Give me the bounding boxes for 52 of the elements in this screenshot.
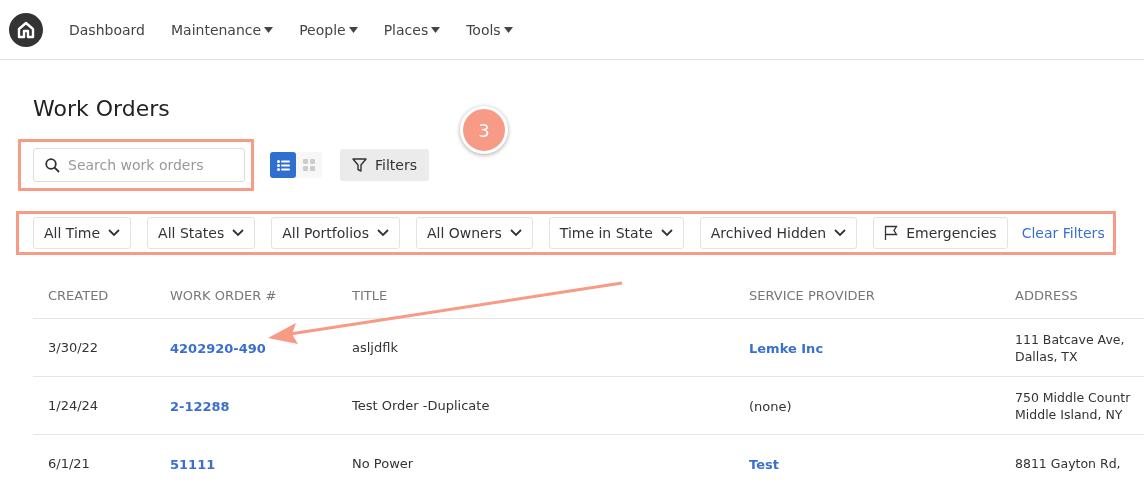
table-cell-text: 3/30/22 <box>47 340 100 355</box>
chevron-down-icon <box>108 229 121 237</box>
filter-toggle[interactable]: Emergencies <box>873 217 1008 249</box>
home-logo[interactable] <box>9 12 43 47</box>
provider-link[interactable]: Test <box>734 457 779 472</box>
table-cell-text: asljdflk <box>351 340 399 355</box>
work-order-link[interactable]: 2-12288 <box>155 399 230 414</box>
grid-icon <box>303 159 315 171</box>
nav-link[interactable]: Dashboard <box>69 21 145 38</box>
address-line: 8811 Gayton Rd, <box>1015 456 1122 471</box>
work-order-link[interactable]: 4202920-490 <box>155 341 266 356</box>
provider-link[interactable]: Lemke Inc <box>734 341 824 356</box>
table-cell-text: No Power <box>351 456 415 471</box>
chevron-down-icon <box>232 229 245 237</box>
search-icon <box>45 158 60 173</box>
list-view-button[interactable] <box>270 152 296 178</box>
chevron-down-icon <box>660 229 673 237</box>
nav-link[interactable]: People <box>299 21 358 38</box>
filter-dropdown[interactable]: All Owners <box>415 217 533 249</box>
step-badge: 3 <box>460 106 508 154</box>
nav-link[interactable]: Places <box>383 21 441 38</box>
chevron-down-icon <box>509 229 522 237</box>
work-order-link[interactable]: 51111 <box>155 457 216 472</box>
clear-filters-link[interactable]: Clear Filters <box>1021 225 1105 241</box>
table-cell-text: 6/1/21 <box>47 456 91 471</box>
table-cell-text: 1/24/24 <box>47 398 100 413</box>
filter-dropdown[interactable]: All Time <box>33 217 132 249</box>
address-line: Middle Island, NY <box>1015 406 1124 422</box>
table-cell-text: (none) <box>748 399 792 414</box>
column-header: CREATED <box>47 288 110 303</box>
address-line: 750 Middle Countr <box>1015 389 1132 405</box>
search-field[interactable]: Search work orders <box>33 148 245 182</box>
column-header: SERVICE PROVIDER <box>748 288 876 303</box>
filters-button[interactable]: Filters <box>340 149 429 181</box>
filter-dropdown[interactable]: All Portfolios <box>271 217 400 249</box>
filter-dropdown[interactable]: Time in State <box>548 217 684 249</box>
column-header: WORK ORDER # <box>169 288 278 303</box>
table-cell-text: Test Order -Duplicate <box>351 398 491 413</box>
flag-icon <box>884 225 899 241</box>
list-icon <box>276 159 290 171</box>
address-line: Dallas, TX <box>1015 348 1079 364</box>
column-header: TITLE <box>351 288 389 303</box>
funnel-icon <box>352 158 367 172</box>
filter-dropdown[interactable]: Archived Hidden <box>699 217 858 249</box>
nav-link[interactable]: Tools <box>466 21 513 38</box>
page-title: Work Orders <box>33 96 171 121</box>
nav-link[interactable]: Maintenance <box>170 21 274 38</box>
filter-dropdown[interactable]: All States <box>147 217 256 249</box>
chevron-down-icon <box>834 229 847 237</box>
address-line: 111 Batcave Ave, <box>1015 331 1126 347</box>
chevron-down-icon <box>376 229 389 237</box>
column-header: ADDRESS <box>1015 288 1079 303</box>
